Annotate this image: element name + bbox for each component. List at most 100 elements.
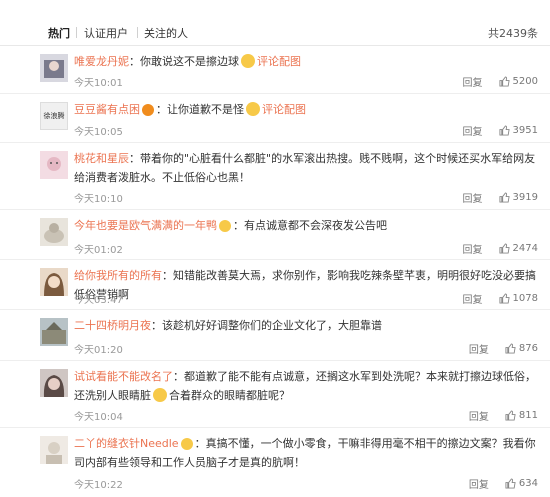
like-count: 876 [518, 343, 538, 354]
thumbs-up-icon [505, 478, 516, 489]
like-button[interactable]: 3951 [499, 125, 538, 136]
comment-time: 今天03:47 [74, 295, 123, 306]
avatar[interactable] [40, 268, 68, 296]
like-button[interactable]: 876 [505, 343, 538, 354]
like-button[interactable]: 3919 [499, 192, 538, 203]
reply-button[interactable]: 回复 [463, 291, 483, 306]
like-count: 1078 [512, 293, 538, 304]
comment-time: 今天01:20 [74, 345, 123, 356]
thumbs-up-icon [499, 243, 510, 254]
comment-item: 二十四桥明月夜：该趁机好好调整你们的企业文化了，大胆靠谱 今天01:20 回复 … [0, 310, 550, 361]
comment-body: 二十四桥明月夜：该趁机好好调整你们的企业文化了，大胆靠谱 [74, 316, 536, 335]
comment-item: 试试看能不能改名了：都道歉了能不能有点诚意，还搁这水军到处洗呢？本来就打擦边球低… [0, 361, 550, 428]
comment-time: 今天10:05 [74, 127, 123, 138]
like-button[interactable]: 811 [505, 410, 538, 421]
verified-badge-icon [219, 220, 231, 232]
reply-button[interactable]: 回复 [463, 241, 483, 256]
tab-following[interactable]: 关注的人 [144, 25, 188, 41]
reply-button[interactable]: 回复 [463, 190, 483, 205]
comment-body: 唯爱龙丹妮：你敢说这不是擦边球 评论配图 [74, 52, 536, 71]
comment-actions: 回复 3919 [463, 190, 538, 205]
comment-text: ：带着你的"心脏看什么都脏"的水军滚出热搜。贱不贱啊，这个时候还买水军给网友给消… [74, 152, 536, 184]
verified-badge-icon [142, 104, 154, 116]
avatar[interactable] [40, 218, 68, 246]
avatar[interactable] [40, 54, 68, 82]
comment-username[interactable]: 试试看能不能改名了 [74, 370, 173, 383]
comment-body: 桃花和星辰：带着你的"心脏看什么都脏"的水军滚出热搜。贱不贱啊，这个时候还买水军… [74, 149, 536, 187]
like-button[interactable]: 5200 [499, 76, 538, 87]
tab-verified[interactable]: 认证用户 [84, 25, 128, 41]
tab-hot[interactable]: 热门 [48, 25, 70, 41]
comment-text: ：你敢说这不是擦边球 [129, 55, 239, 68]
tab-separator [137, 27, 138, 38]
comment-username[interactable]: 二十四桥明月夜 [74, 319, 151, 332]
comment-username[interactable]: 二丫的缝衣针Needle [74, 437, 179, 450]
comment-item: 二丫的缝衣针Needle ：真搞不懂，一个做小零食，干嘛非得用毫不相干的擦边文案？… [0, 428, 550, 497]
comment-text-continued: 合着群众的眼睛都脏呢？ [169, 389, 290, 402]
comment-item: 唯爱龙丹妮：你敢说这不是擦边球 评论配图 今天10:01 回复 5200 [0, 46, 550, 94]
tab-separator [76, 27, 77, 38]
reply-button[interactable]: 回复 [469, 408, 489, 423]
emoji-icon [241, 54, 255, 68]
comment-time: 今天10:01 [74, 78, 123, 89]
comment-actions: 回复 3951 [463, 123, 538, 138]
comment-body: 二丫的缝衣针Needle ：真搞不懂，一个做小零食，干嘛非得用毫不相干的擦边文案？… [74, 434, 536, 472]
image-comment-link[interactable]: 评论配图 [257, 55, 301, 68]
thumbs-up-icon [505, 410, 516, 421]
emoji-icon [153, 388, 167, 402]
comment-username[interactable]: 桃花和星辰 [74, 152, 129, 165]
like-count: 811 [518, 410, 538, 421]
comment-body: 试试看能不能改名了：都道歉了能不能有点诚意，还搁这水军到处洗呢？本来就打擦边球低… [74, 367, 536, 405]
comment-time: 今天10:04 [74, 412, 123, 423]
comment-item: 徐浪腾 豆豆酱有点困 ：让你道歉不是怪 评论配图 今天10:05 回复 3951 [0, 94, 550, 143]
thumbs-up-icon [499, 293, 510, 304]
avatar[interactable] [40, 369, 68, 397]
comment-actions: 回复 5200 [463, 74, 538, 89]
comment-body: 今年也要是欧气满满的一年鸭 ：有点诚意都不会深夜发公告吧 [74, 216, 536, 235]
comment-username[interactable]: 豆豆酱有点困 [74, 103, 140, 116]
comment-text: ：该趁机好好调整你们的企业文化了，大胆靠谱 [151, 319, 382, 332]
comment-time: 今天10:10 [74, 194, 123, 205]
thumbs-up-icon [499, 125, 510, 136]
avatar[interactable] [40, 151, 68, 179]
like-button[interactable]: 2474 [499, 243, 538, 254]
comment-username[interactable]: 今年也要是欧气满满的一年鸭 [74, 219, 217, 232]
like-count: 5200 [512, 76, 538, 87]
comment-total: 共2439条 [488, 27, 538, 40]
comment-actions: 回复 2474 [463, 241, 538, 256]
comment-text: ：让你道歉不是怪 [156, 103, 244, 116]
thumbs-up-icon [499, 192, 510, 203]
reply-button[interactable]: 回复 [463, 123, 483, 138]
comment-actions: 回复 811 [469, 408, 538, 423]
like-count: 3919 [512, 192, 538, 203]
comment-tabs: 热门 认证用户 关注的人 共2439条 [0, 0, 550, 46]
avatar[interactable] [40, 436, 68, 464]
comment-username[interactable]: 唯爱龙丹妮 [74, 55, 129, 68]
comment-body: 豆豆酱有点困 ：让你道歉不是怪 评论配图 [74, 100, 536, 119]
comment-item: 今年也要是欧气满满的一年鸭 ：有点诚意都不会深夜发公告吧 今天01:02 回复 2… [0, 210, 550, 260]
like-button[interactable]: 1078 [499, 293, 538, 304]
comment-item: 给你我所有的所有：知错能改善莫大焉，求你别作，影响我吃辣条壁芊衷，明明很好吃没必… [0, 260, 550, 310]
comment-item: 桃花和星辰：带着你的"心脏看什么都脏"的水军滚出热搜。贱不贱啊，这个时候还买水军… [0, 143, 550, 210]
comment-actions: 回复 1078 [463, 291, 538, 306]
comment-time: 今天10:22 [74, 480, 123, 491]
avatar[interactable]: 徐浪腾 [40, 102, 68, 130]
avatar[interactable] [40, 318, 68, 346]
reply-button[interactable]: 回复 [463, 74, 483, 89]
thumbs-up-icon [499, 76, 510, 87]
emoji-icon [246, 102, 260, 116]
image-comment-link[interactable]: 评论配图 [262, 103, 306, 116]
verified-badge-icon [180, 438, 193, 450]
comment-time: 今天01:02 [74, 245, 123, 256]
like-count: 2474 [512, 243, 538, 254]
reply-button[interactable]: 回复 [469, 476, 489, 491]
comment-username[interactable]: 给你我所有的所有 [74, 269, 162, 282]
thumbs-up-icon [505, 343, 516, 354]
like-button[interactable]: 634 [505, 478, 538, 489]
comment-actions: 回复 634 [469, 476, 538, 491]
like-count: 3951 [512, 125, 538, 136]
comment-text: ：有点诚意都不会深夜发公告吧 [233, 219, 387, 232]
reply-button[interactable]: 回复 [469, 341, 489, 356]
like-count: 634 [518, 478, 538, 489]
comment-actions: 回复 876 [469, 341, 538, 356]
